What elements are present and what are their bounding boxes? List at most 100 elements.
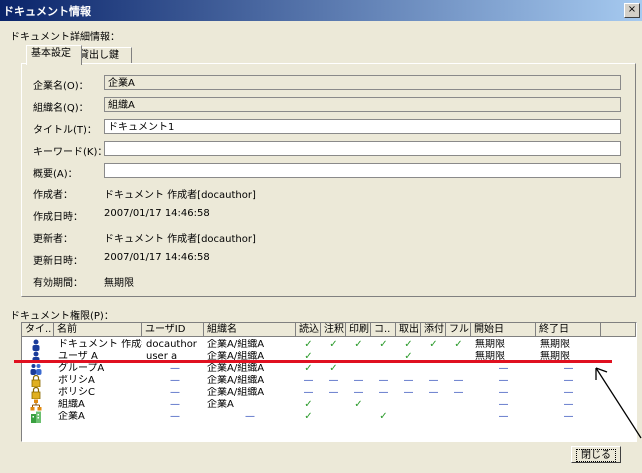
perm-checkout <box>396 411 421 423</box>
table-row[interactable]: ドキュメント 作成者 docauthor 企業A/組織A ✓ ✓ ✓ ✓ ✓ ✓… <box>22 339 636 351</box>
row-name: ドキュメント 作成者 <box>58 339 142 350</box>
col-type[interactable]: タイ.. <box>22 323 54 337</box>
perm-print <box>346 363 371 375</box>
perm-full: — <box>453 375 464 386</box>
table-row[interactable]: 組織A — 企業A ✓ ✓ — — <box>22 399 636 411</box>
close-button[interactable]: 閉じる <box>571 446 621 463</box>
col-attach[interactable]: 添付 <box>421 323 446 337</box>
perm-annotate: — <box>328 387 339 398</box>
perm-annotate <box>321 399 346 411</box>
perm-checkout: ✓ <box>404 339 413 350</box>
updater-label: 更新者： <box>33 234 73 245</box>
col-annotate[interactable]: 注釈 <box>321 323 346 337</box>
perm-full <box>446 411 471 423</box>
table-row[interactable]: グループA — 企業A/組織A ✓ ✓ — — <box>22 363 636 375</box>
row-start: — <box>498 411 509 422</box>
perm-print: ✓ <box>354 339 363 350</box>
row-userid: — <box>170 399 180 410</box>
perm-checkout <box>396 399 421 411</box>
col-full[interactable]: フル <box>446 323 471 337</box>
perm-attach: ✓ <box>429 339 438 350</box>
perm-copy <box>371 363 396 375</box>
perm-annotate <box>321 411 346 423</box>
updated-date-label: 更新日時： <box>33 256 83 267</box>
user-icon <box>30 339 42 351</box>
perm-checkout: — <box>403 375 414 386</box>
row-start: — <box>498 363 509 374</box>
col-copy[interactable]: コ.. <box>371 323 396 337</box>
tab-lending-key[interactable]: 貸出し鍵 <box>74 47 132 64</box>
perm-print: — <box>353 375 364 386</box>
row-start: 無期限 <box>475 339 505 350</box>
row-userid: — <box>170 411 180 422</box>
perm-checkout <box>396 363 421 375</box>
keyword-field[interactable] <box>104 141 621 156</box>
created-date-value: 2007/01/17 14:46:58 <box>104 208 210 219</box>
col-userid[interactable]: ユーザID <box>142 323 204 337</box>
perm-full: — <box>453 387 464 398</box>
perm-attach: — <box>428 375 439 386</box>
row-userid: docauthor <box>146 339 197 350</box>
organization-field[interactable]: 組織A <box>104 97 621 112</box>
row-name: ポリシC <box>58 387 95 398</box>
perm-annotate: ✓ <box>329 339 338 350</box>
permissions-table[interactable]: タイ.. 名前 ユーザID 組織名 読込 注釈 印刷 コ.. 取出 添付 フル … <box>21 322 637 442</box>
col-org[interactable]: 組織名 <box>204 323 296 337</box>
col-name[interactable]: 名前 <box>54 323 142 337</box>
window-title: ドキュメント情報 <box>3 5 91 18</box>
close-icon[interactable]: × <box>624 3 640 18</box>
creator-value: ドキュメント 作成者[docauthor] <box>104 190 256 201</box>
perm-full: ✓ <box>454 339 463 350</box>
col-read[interactable]: 読込 <box>296 323 321 337</box>
perm-attach <box>421 399 446 411</box>
perm-read: ✓ <box>304 411 313 422</box>
table-row[interactable]: 企業A — — ✓ ✓ — — <box>22 411 636 423</box>
row-userid: — <box>170 375 180 386</box>
row-org: 企業A/組織A <box>207 375 265 386</box>
updater-value: ドキュメント 作成者[docauthor] <box>104 234 256 245</box>
tab-basic-settings[interactable]: 基本設定 <box>26 45 82 65</box>
row-userid: — <box>170 363 180 374</box>
title-field[interactable]: ドキュメント1 <box>104 119 621 134</box>
col-end-date[interactable]: 終了日 <box>536 323 601 337</box>
perm-attach <box>421 363 446 375</box>
row-end: 無期限 <box>540 339 570 350</box>
row-org: 企業A/組織A <box>207 339 265 350</box>
details-section-label: ドキュメント詳細情報： <box>10 32 120 43</box>
perm-full <box>446 363 471 375</box>
updated-date-value: 2007/01/17 14:46:58 <box>104 252 210 263</box>
summary-field[interactable] <box>104 163 621 178</box>
perm-copy <box>371 399 396 411</box>
perm-annotate: ✓ <box>329 363 338 374</box>
row-name: グループA <box>58 363 105 374</box>
organization-label: 組織名(Q)： <box>33 103 89 114</box>
creator-label: 作成者： <box>33 190 73 201</box>
row-org: 企業A/組織A <box>207 363 265 374</box>
row-userid: — <box>170 387 180 398</box>
perm-read: ✓ <box>304 399 313 410</box>
row-org: — <box>245 411 255 422</box>
perm-copy: — <box>378 375 389 386</box>
table-row[interactable]: ポリシC — 企業A/組織A — — — — — — — — — <box>22 386 636 400</box>
perm-copy: ✓ <box>379 411 388 422</box>
table-row[interactable]: ポリシA — 企業A/組織A — — — — — — — — — <box>22 374 636 388</box>
permissions-label: ドキュメント権限(P)： <box>10 311 114 322</box>
perm-copy: — <box>378 387 389 398</box>
perm-read: — <box>303 375 314 386</box>
perm-checkout: — <box>403 387 414 398</box>
col-filler <box>601 323 636 337</box>
col-print[interactable]: 印刷 <box>346 323 371 337</box>
perm-print <box>346 411 371 423</box>
title-label: タイトル(T)： <box>33 125 97 136</box>
company-field[interactable]: 企業A <box>104 75 621 90</box>
col-checkout[interactable]: 取出 <box>396 323 421 337</box>
row-start: — <box>498 387 509 398</box>
keyword-label: キーワード(K)： <box>33 147 108 158</box>
perm-full <box>446 399 471 411</box>
perm-attach: — <box>428 387 439 398</box>
policy-icon <box>30 386 42 400</box>
created-date-label: 作成日時： <box>33 212 83 223</box>
row-name: 組織A <box>58 399 85 410</box>
col-start-date[interactable]: 開始日 <box>471 323 536 337</box>
company-icon <box>30 411 42 423</box>
